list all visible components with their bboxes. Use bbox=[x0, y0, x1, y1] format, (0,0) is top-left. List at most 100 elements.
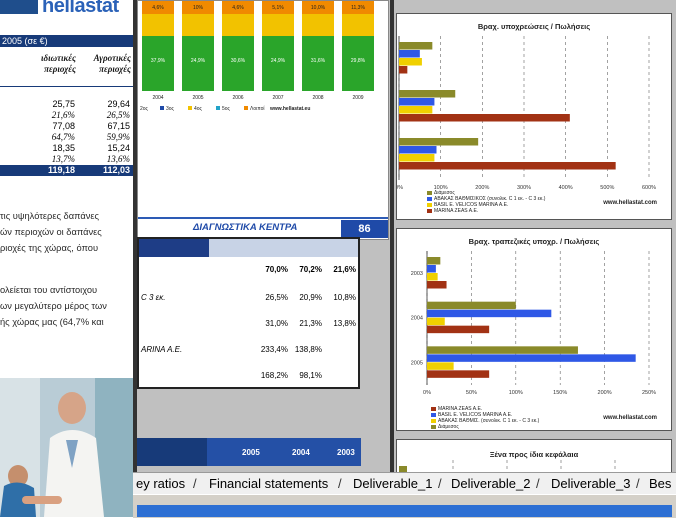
x-tick-label: 600% bbox=[642, 185, 656, 191]
legend-item: 4oς bbox=[194, 106, 203, 112]
bar-top-label: 4,6% bbox=[232, 5, 244, 11]
bar bbox=[427, 309, 552, 318]
paragraph-line: τις υψηλότερες δαπάνες bbox=[0, 211, 100, 221]
year-header: 2004 bbox=[292, 448, 310, 457]
paragraph-line: ών περιοχών οι δαπάνες bbox=[0, 227, 102, 237]
tab-separator: / bbox=[536, 476, 540, 491]
hellastat-logo: hellastat bbox=[0, 0, 133, 24]
legend-swatch bbox=[188, 106, 192, 110]
col-header-1: ιδιωτικές περιοχές bbox=[41, 53, 76, 74]
x-tick-label: 2005 bbox=[192, 95, 203, 101]
bar bbox=[427, 257, 441, 265]
x-tick-label: 2006 bbox=[232, 95, 243, 101]
legend-item: Διάμεσος bbox=[431, 424, 539, 430]
bar bbox=[427, 265, 436, 273]
bar-value-label: 30,6% bbox=[231, 58, 246, 64]
bar bbox=[399, 50, 420, 58]
bar bbox=[427, 325, 490, 334]
status-bar-fill bbox=[137, 505, 672, 517]
sheet-tab-key-ratios[interactable]: ey ratios bbox=[136, 473, 185, 495]
logo-text: hellastat bbox=[42, 0, 119, 17]
bar bbox=[399, 114, 570, 122]
doctor-photo bbox=[0, 378, 133, 517]
x-tick-label: 400% bbox=[559, 185, 573, 191]
tab-separator: / bbox=[338, 476, 342, 491]
table-row: 70,0% 70,2% 21,6% bbox=[265, 265, 356, 274]
legend-item: 2oς bbox=[140, 106, 149, 112]
stack-segment bbox=[142, 14, 174, 36]
bar bbox=[399, 66, 408, 74]
x-tick-label: 0% bbox=[397, 185, 403, 191]
bar-value-label: 31,6% bbox=[311, 58, 326, 64]
section-rule bbox=[138, 217, 388, 219]
status-bar bbox=[133, 494, 676, 518]
x-tick-label: 0% bbox=[423, 390, 431, 396]
bar bbox=[399, 98, 435, 106]
ratio-table-header bbox=[139, 239, 358, 257]
bar bbox=[399, 146, 437, 154]
left-document-page: hellastat 2005 (σε €) ιδιωτικές περιοχές… bbox=[0, 0, 133, 517]
bar bbox=[427, 370, 490, 378]
bar-value-label: 29,8% bbox=[351, 58, 366, 64]
year-header: 2003 bbox=[337, 448, 355, 457]
table-row: 77,08 67,15 bbox=[52, 121, 130, 131]
x-tick-label: 2008 bbox=[312, 95, 323, 101]
report-page-86: 4,6% 37,9% 2004 10% 24,9% 2005 4,6% 30,6% 2006 5,… bbox=[137, 0, 389, 240]
sheet-tab-deliverable-3[interactable]: Deliverable_3 bbox=[551, 473, 631, 495]
bar bbox=[399, 90, 456, 98]
year-header: 2005 bbox=[242, 448, 260, 457]
legend-url: www.hellastat.eu bbox=[269, 106, 310, 112]
sheet-tab-bar: ey ratios / Financial statements / Deliv… bbox=[133, 472, 676, 495]
sheet-tab-deliverable-1[interactable]: Deliverable_1 bbox=[353, 473, 433, 495]
bar bbox=[427, 354, 636, 362]
paragraph-line: ων μεγαλύτερο μέρος των bbox=[0, 301, 107, 311]
legend-swatch bbox=[216, 106, 220, 110]
bar bbox=[399, 138, 479, 146]
x-tick-label: 2007 bbox=[272, 95, 283, 101]
x-tick-label: 200% bbox=[598, 390, 612, 396]
stack-segment bbox=[302, 14, 334, 36]
table-row: 168,2% 98,1% bbox=[260, 371, 322, 380]
bar bbox=[399, 162, 616, 170]
x-tick-label: 2009 bbox=[352, 95, 363, 101]
table-total-row: 119,18 112,03 bbox=[0, 165, 133, 176]
chart-legend: Διάμεσος ΑΒΑΚΑΣ ΒΑΘΜΙΣΙΚΟΣ (συνολικ. C 1… bbox=[427, 190, 545, 214]
table-row: 21,6% 26,5% bbox=[51, 110, 130, 120]
bar-top-label: 11,3% bbox=[351, 5, 365, 11]
chart-legend: MARINA ZEAS A.E. BASIL E. VELICOS MARINA… bbox=[431, 406, 539, 430]
table-row: 18,35 15,24 bbox=[52, 143, 130, 153]
tab-separator: / bbox=[193, 476, 197, 491]
section-title: ΔΙΑΓΝΩΣΤΙΚΑ ΚΕΝΤΡΑ bbox=[193, 222, 298, 233]
stack-segment bbox=[182, 14, 214, 36]
bar bbox=[427, 346, 578, 354]
x-tick-label: 150% bbox=[553, 390, 567, 396]
chart-plot: 2003 2004 2005 0% 50% 100% 150% 200% 250% bbox=[411, 251, 656, 396]
table-row: 25,75 29,64 bbox=[52, 99, 130, 109]
legend-item: 3oς bbox=[166, 106, 175, 112]
svg-text:2oς: 2oς bbox=[140, 106, 149, 112]
bar-value-label: 24,9% bbox=[191, 58, 206, 64]
chart-plot: 0%100%200%300%400%500%600% bbox=[397, 36, 656, 191]
ratio-table: 70,0% 70,2% 21,6% C 3 εκ. 26,5% 20,9% 10… bbox=[137, 237, 360, 389]
sheet-tab-financial-statements[interactable]: Financial statements bbox=[209, 473, 328, 495]
sheet-tab-best[interactable]: Bes bbox=[649, 473, 671, 495]
sheet-tab-deliverable-2[interactable]: Deliverable_2 bbox=[451, 473, 531, 495]
bar bbox=[427, 301, 516, 310]
chart-url: www.hellastat.com bbox=[603, 415, 657, 421]
bar-value-label: 24,9% bbox=[271, 58, 286, 64]
bar-value-label: 37,9% bbox=[151, 58, 166, 64]
bar-top-label: 10,0% bbox=[311, 5, 326, 11]
chart-short-liabilities: Βραχ. υποχρεώσεις / Πωλήσεις 0%100%200%3… bbox=[396, 13, 672, 220]
chart-title: Ξένα προς ίδια κεφάλαια bbox=[489, 450, 579, 459]
bar bbox=[427, 317, 445, 326]
bar bbox=[399, 106, 433, 114]
legend-item: MARINA ZEAS A.E. bbox=[427, 208, 545, 214]
stack-segment bbox=[222, 14, 254, 36]
bar bbox=[399, 42, 433, 50]
x-tick-label: 100% bbox=[509, 390, 523, 396]
bar-top-label: 4,6% bbox=[152, 5, 164, 11]
bar bbox=[427, 281, 447, 289]
bar bbox=[399, 58, 422, 66]
paragraph-line: ής χώρας μας (64,7% και bbox=[0, 317, 104, 327]
logo-bar bbox=[0, 0, 38, 14]
